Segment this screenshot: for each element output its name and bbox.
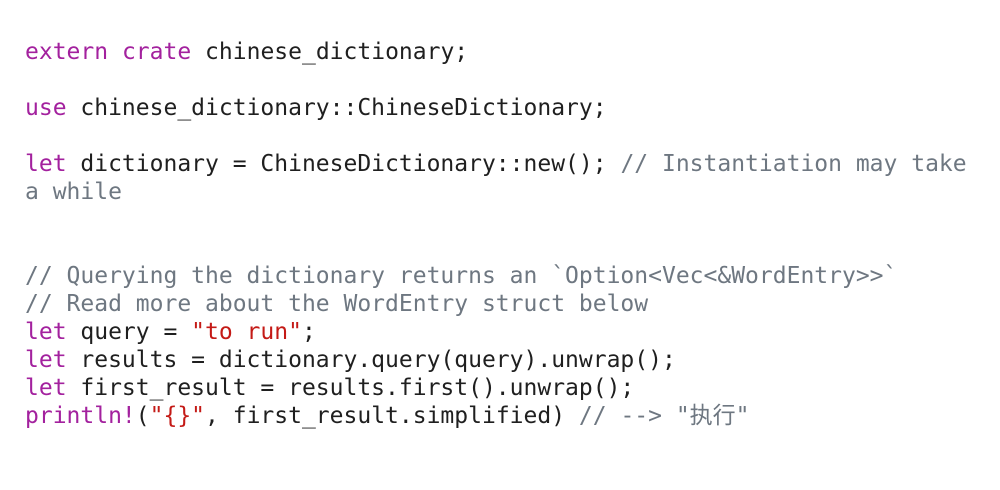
code-line-3: let dictionary = ChineseDictionary::new(… xyxy=(25,150,975,206)
code-line-6: let query = "to run"; xyxy=(25,318,975,346)
code-comment: // Querying the dictionary returns an `O… xyxy=(25,263,898,289)
keyword-use: use xyxy=(25,95,67,121)
code-text: first_result = results.first().unwrap(); xyxy=(66,375,635,401)
string-literal: "to run" xyxy=(191,319,302,345)
code-text: ; xyxy=(301,319,316,345)
code-line-4: // Querying the dictionary returns an `O… xyxy=(25,262,975,290)
code-line-7: let results = dictionary.query(query).un… xyxy=(25,346,975,374)
code-block: extern crate chinese_dictionary;use chin… xyxy=(25,38,975,430)
keyword-let: let xyxy=(25,319,67,345)
code-line-8: let first_result = results.first().unwra… xyxy=(25,374,975,402)
keyword-let: let xyxy=(25,347,67,373)
code-line-5: // Read more about the WordEntry struct … xyxy=(25,290,975,318)
macro-println: println! xyxy=(25,403,136,429)
code-text: query = xyxy=(66,319,192,345)
keyword-let: let xyxy=(25,151,67,177)
code-line-9: println!("{}", first_result.simplified) … xyxy=(25,402,975,430)
keyword-crate: crate xyxy=(121,39,192,65)
code-text: chinese_dictionary::ChineseDictionary; xyxy=(66,95,607,121)
string-literal: "{}" xyxy=(149,403,206,429)
code-text: results = dictionary.query(query).unwrap… xyxy=(66,347,676,373)
keyword-extern: extern xyxy=(25,39,109,65)
code-text: , first_result.simplified) xyxy=(205,403,579,429)
code-comment: // Read more about the WordEntry struct … xyxy=(25,291,649,317)
code-text: dictionary = ChineseDictionary::new(); xyxy=(66,151,621,177)
code-line-2: use chinese_dictionary::ChineseDictionar… xyxy=(25,94,975,122)
code-comment: // --> "执行" xyxy=(578,403,750,429)
code-line-1: extern crate chinese_dictionary; xyxy=(25,38,975,66)
code-text: ( xyxy=(135,403,150,429)
keyword-let: let xyxy=(25,375,67,401)
code-text: chinese_dictionary; xyxy=(191,39,469,65)
